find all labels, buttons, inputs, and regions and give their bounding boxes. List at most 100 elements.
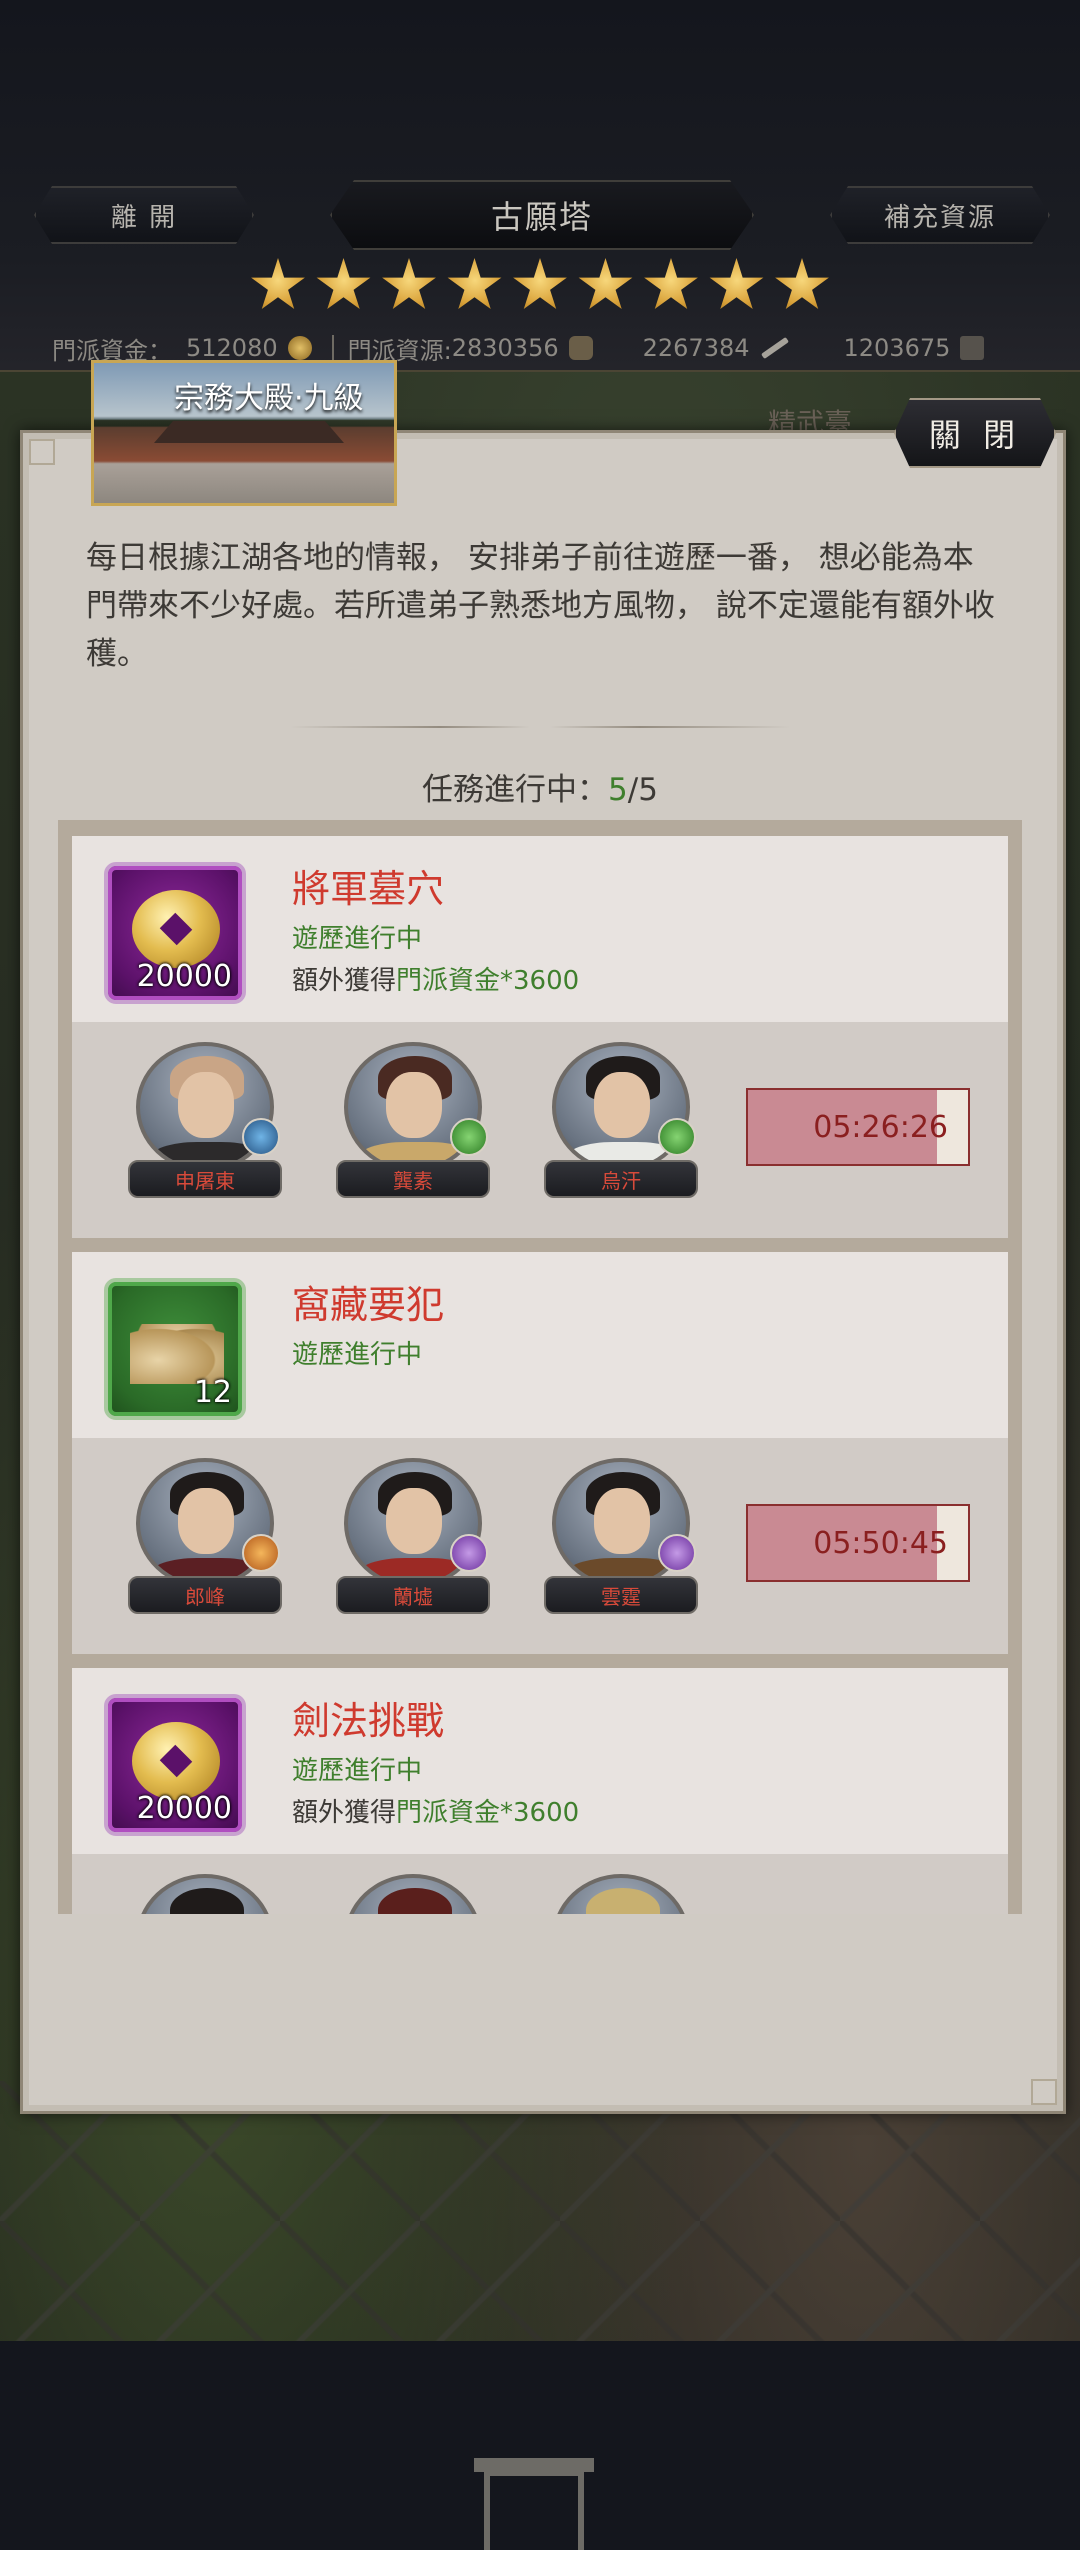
- hair: [170, 1888, 244, 1914]
- skill-badge-icon: [658, 1534, 696, 1572]
- star-icon: [316, 258, 371, 309]
- face: [386, 1488, 442, 1554]
- disciple-slot[interactable]: 申屠東: [128, 1042, 282, 1202]
- hair: [378, 1888, 452, 1914]
- face: [178, 1488, 234, 1554]
- reward-slot[interactable]: 20000: [104, 862, 246, 1004]
- leave-button[interactable]: 離 開: [34, 186, 254, 244]
- weapons-resource: 2267384: [643, 334, 790, 362]
- face: [594, 1488, 650, 1554]
- task-progress: 任務進行中：5/5: [0, 764, 1080, 809]
- disciple-name: 郎峰: [128, 1576, 282, 1614]
- disciple-slot[interactable]: 烏汗: [544, 1042, 698, 1202]
- disciple-slot[interactable]: [336, 1874, 490, 1914]
- star-rating: [250, 258, 830, 318]
- task-status: 遊歷進行中: [292, 1756, 423, 1786]
- disciple-name: 龔素: [336, 1160, 490, 1198]
- gold-coin-icon: [132, 890, 220, 968]
- disciple-portrait: [552, 1874, 690, 1914]
- task-card[interactable]: 20000 將軍墓穴 遊歷進行中 額外獲得門派資金*3600 申屠東 龔素 烏汗…: [72, 836, 1008, 1238]
- skill-badge-icon: [658, 1118, 696, 1156]
- disciple-slot[interactable]: 蘭墟: [336, 1458, 490, 1618]
- star-icon: [251, 258, 305, 309]
- face: [386, 1072, 442, 1138]
- task-card[interactable]: 20000 劍法挑戰 遊歷進行中 額外獲得門派資金*3600: [72, 1668, 1008, 1914]
- countdown-timer: 05:50:45: [746, 1504, 970, 1582]
- skill-badge-icon: [450, 1534, 488, 1572]
- star-icon: [447, 258, 502, 309]
- star-icon: [644, 258, 698, 309]
- task-status: 遊歷進行中: [292, 1340, 423, 1370]
- task-disciples: [72, 1854, 1008, 1914]
- materials-value: 2830356: [451, 334, 559, 362]
- task-header: 20000 劍法挑戰 遊歷進行中 額外獲得門派資金*3600: [72, 1668, 1008, 1854]
- skill-badge-icon: [242, 1118, 280, 1156]
- hair: [586, 1888, 660, 1914]
- disciple-slot[interactable]: [128, 1874, 282, 1914]
- task-disciples: 申屠東 龔素 烏汗 05:26:26: [72, 1022, 1008, 1238]
- task-list[interactable]: 20000 將軍墓穴 遊歷進行中 額外獲得門派資金*3600 申屠東 龔素 烏汗…: [58, 820, 1022, 1914]
- reward-quantity: 12: [193, 1375, 232, 1410]
- star-icon: [578, 258, 633, 309]
- disciple-name: 雲霆: [544, 1576, 698, 1614]
- star-icon: [775, 258, 829, 309]
- corner-ornament: [1031, 2079, 1057, 2105]
- skill-badge-icon: [242, 1534, 280, 1572]
- weapons-value: 2267384: [642, 334, 750, 362]
- gold-coin-icon: [132, 1722, 220, 1800]
- disciple-slot[interactable]: 郎峰: [128, 1458, 282, 1618]
- task-disciples: 郎峰 蘭墟 雲霆 05:50:45: [72, 1438, 1008, 1654]
- extra-highlight: 門派資金*3600: [396, 966, 580, 996]
- task-header: 20000 將軍墓穴 遊歷進行中 額外獲得門派資金*3600: [72, 836, 1008, 1022]
- reward-quantity: 20000: [136, 959, 232, 994]
- task-extra-reward: 額外獲得門派資金*3600: [292, 1792, 579, 1829]
- face: [178, 1072, 234, 1138]
- task-header: 12 窩藏要犯 遊歷進行中: [72, 1252, 1008, 1438]
- face: [594, 1072, 650, 1138]
- disciple-slot[interactable]: [544, 1874, 698, 1914]
- sword-icon: [760, 336, 789, 360]
- reward-slot[interactable]: 12: [104, 1278, 246, 1420]
- task-name: 將軍墓穴: [292, 867, 445, 911]
- reward-quantity: 20000: [136, 1791, 232, 1826]
- hall-roof: [154, 421, 344, 443]
- disciple-portrait: [344, 1874, 482, 1914]
- close-button[interactable]: 關 閉: [894, 398, 1056, 468]
- corner-ornament: [29, 439, 55, 465]
- timer-text: 05:26:26: [813, 1109, 948, 1145]
- progress-label: 任務進行中：: [422, 772, 609, 808]
- ornamental-divider: [290, 726, 790, 728]
- disciple-slot[interactable]: 龔素: [336, 1042, 490, 1202]
- task-card[interactable]: 12 窩藏要犯 遊歷進行中 郎峰 蘭墟 雲霆 05:50:45: [72, 1252, 1008, 1654]
- resource-divider: [331, 335, 334, 361]
- description-text: 每日根據江湖各地的情報， 安排弟子前往遊歷一番， 想必能為本門帶來不少好處。若所…: [86, 540, 995, 672]
- star-icon: [382, 258, 436, 309]
- pouch-icon: [568, 336, 593, 360]
- stone-resource: 1203675: [844, 334, 985, 362]
- crate-icon: [960, 336, 985, 360]
- star-icon: [709, 258, 764, 309]
- disciple-name: 申屠東: [128, 1160, 282, 1198]
- task-extra-reward: 額外獲得門派資金*3600: [292, 960, 579, 997]
- gate-structure: [474, 2458, 594, 2550]
- building-thumbnail: 宗務大殿·九級: [91, 360, 397, 506]
- reward-slot[interactable]: 20000: [104, 1694, 246, 1836]
- timer-text: 05:50:45: [813, 1525, 948, 1561]
- countdown-timer: 05:26:26: [746, 1088, 970, 1166]
- building-label: 宗務大殿·九級: [174, 381, 364, 416]
- disciple-name: 蘭墟: [336, 1576, 490, 1614]
- coin-icon: [287, 336, 312, 360]
- extra-highlight: 門派資金*3600: [396, 1798, 580, 1828]
- mountain-peaks: [0, 2081, 1080, 2341]
- supply-resources-button[interactable]: 補充資源: [830, 186, 1050, 244]
- star-icon: [513, 258, 567, 309]
- page-title: 古願塔: [330, 180, 754, 250]
- progress-total: /5: [627, 772, 658, 808]
- disciple-slot[interactable]: 雲霆: [544, 1458, 698, 1618]
- task-name: 劍法挑戰: [292, 1699, 445, 1743]
- extra-prefix: 額外獲得: [292, 966, 397, 996]
- stone-value: 1203675: [843, 334, 951, 362]
- disciple-name: 烏汗: [544, 1160, 698, 1198]
- skill-badge-icon: [450, 1118, 488, 1156]
- extra-prefix: 額外獲得: [292, 1798, 397, 1828]
